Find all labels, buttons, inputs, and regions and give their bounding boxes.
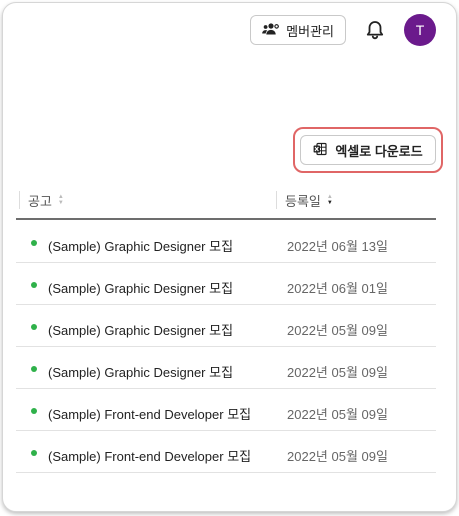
registered-date: 2022년 06월 01일 [287, 281, 388, 296]
app-window: 멤버관리 T 엑셀로 다운로드 공고 ▲ ▼ 등록일 ▲ ▼ (Sample) … [2, 2, 457, 512]
column-header-label: 공고 [28, 193, 52, 209]
posting-title[interactable]: (Sample) Front-end Developer 모집 [48, 446, 251, 465]
table-row[interactable]: (Sample) Front-end Developer 모집 2022년 05… [16, 389, 436, 431]
registered-date: 2022년 05월 09일 [287, 407, 388, 422]
registered-date: 2022년 06월 13일 [287, 239, 388, 254]
posting-title[interactable]: (Sample) Graphic Designer 모집 [48, 236, 233, 255]
status-dot [31, 366, 37, 372]
registered-date: 2022년 05월 09일 [287, 449, 388, 464]
download-highlight-box: 엑셀로 다운로드 [293, 127, 443, 173]
notification-bell-icon[interactable] [364, 19, 386, 41]
member-management-label: 멤버관리 [286, 23, 334, 39]
member-management-button[interactable]: 멤버관리 [250, 15, 346, 45]
user-avatar[interactable]: T [404, 14, 436, 46]
sort-icon: ▲ ▼ [57, 194, 64, 206]
table-row[interactable]: (Sample) Front-end Developer 모집 2022년 05… [16, 431, 436, 473]
table-row[interactable]: (Sample) Graphic Designer 모집 2022년 06월 1… [16, 221, 436, 263]
table-header: 공고 ▲ ▼ 등록일 ▲ ▼ [16, 184, 436, 220]
column-header-posting[interactable]: 공고 ▲ ▼ [19, 191, 64, 209]
registered-date: 2022년 05월 09일 [287, 365, 388, 380]
column-header-registered-date[interactable]: 등록일 ▲ ▼ [276, 191, 333, 209]
users-icon [262, 22, 280, 39]
registered-date: 2022년 05월 09일 [287, 323, 388, 338]
table-row[interactable]: (Sample) Graphic Designer 모집 2022년 06월 0… [16, 263, 436, 305]
posting-title[interactable]: (Sample) Graphic Designer 모집 [48, 320, 233, 339]
top-bar: 멤버관리 T [250, 13, 436, 47]
excel-download-label: 엑셀로 다운로드 [335, 143, 423, 159]
posting-title[interactable]: (Sample) Front-end Developer 모집 [48, 404, 251, 423]
excel-icon [313, 142, 327, 159]
status-dot [31, 324, 37, 330]
status-dot [31, 240, 37, 246]
posting-title[interactable]: (Sample) Graphic Designer 모집 [48, 362, 233, 381]
sort-desc-icon: ▲ ▼ [326, 194, 333, 206]
table-row[interactable]: (Sample) Graphic Designer 모집 2022년 05월 0… [16, 305, 436, 347]
column-header-label: 등록일 [285, 193, 321, 209]
status-dot [31, 408, 37, 414]
status-dot [31, 282, 37, 288]
posting-title[interactable]: (Sample) Graphic Designer 모집 [48, 278, 233, 297]
status-dot [31, 450, 37, 456]
table-body: (Sample) Graphic Designer 모집 2022년 06월 1… [16, 221, 436, 473]
excel-download-button[interactable]: 엑셀로 다운로드 [300, 135, 436, 165]
table-row[interactable]: (Sample) Graphic Designer 모집 2022년 05월 0… [16, 347, 436, 389]
